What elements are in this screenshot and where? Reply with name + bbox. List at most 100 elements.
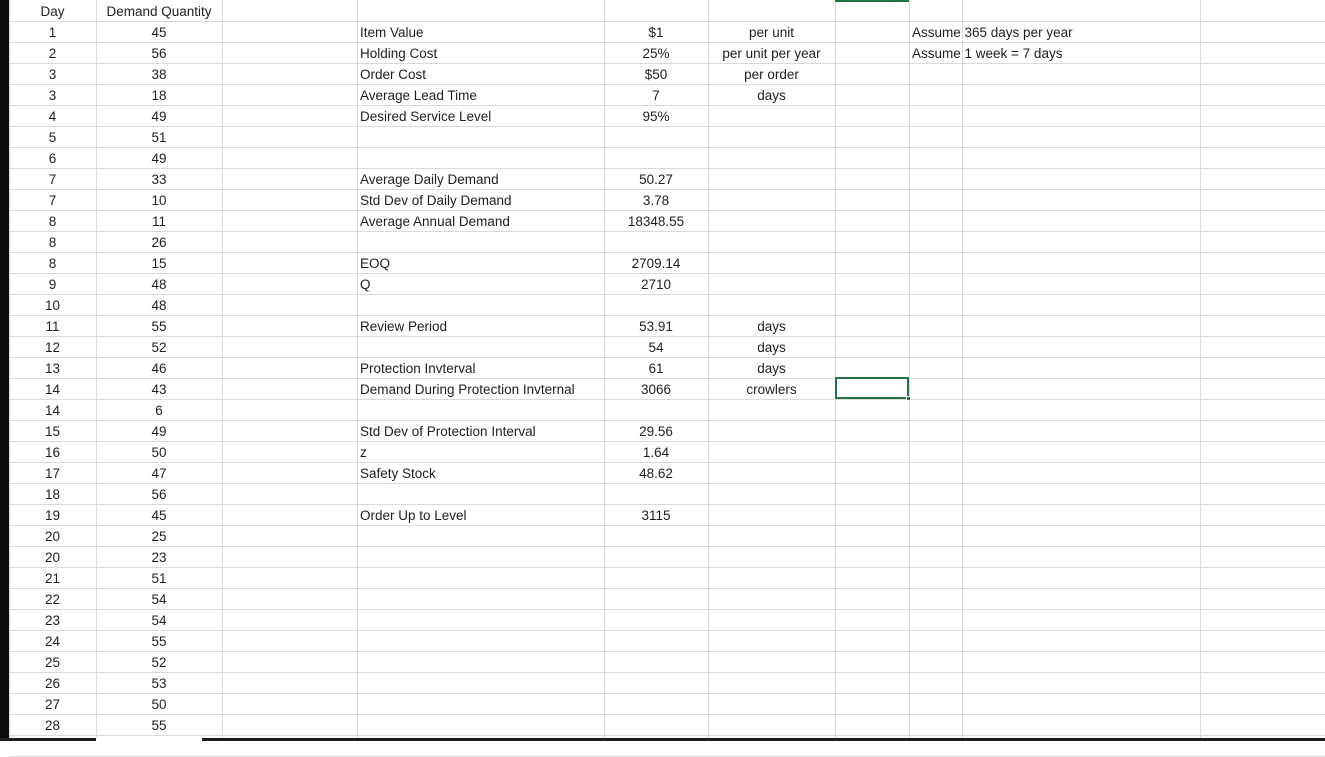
day-cell[interactable]: 13 bbox=[9, 358, 96, 379]
param-value[interactable]: 1.64 bbox=[604, 442, 708, 463]
day-cell[interactable]: 15 bbox=[9, 421, 96, 442]
param-unit[interactable]: days bbox=[708, 85, 835, 106]
demand-cell[interactable]: 49 bbox=[96, 148, 222, 169]
param-label[interactable]: Average Daily Demand bbox=[357, 169, 604, 190]
demand-cell[interactable]: 54 bbox=[96, 589, 222, 610]
day-cell[interactable]: 1 bbox=[9, 22, 96, 43]
param-value[interactable]: 53.91 bbox=[604, 316, 708, 337]
param-value[interactable]: 18348.55 bbox=[604, 211, 708, 232]
param-label[interactable]: Q bbox=[357, 274, 604, 295]
assumption-note[interactable]: Assume 365 days per year bbox=[909, 22, 1200, 43]
param-value[interactable]: 25% bbox=[604, 43, 708, 64]
param-label[interactable]: Holding Cost bbox=[357, 43, 604, 64]
day-cell[interactable]: 27 bbox=[9, 694, 96, 715]
param-value[interactable]: 29.56 bbox=[604, 421, 708, 442]
param-value[interactable]: 61 bbox=[604, 358, 708, 379]
day-cell[interactable]: 5 bbox=[9, 127, 96, 148]
demand-cell[interactable]: 55 bbox=[96, 715, 222, 736]
param-unit[interactable]: per order bbox=[708, 64, 835, 85]
demand-cell[interactable]: 53 bbox=[96, 673, 222, 694]
param-label[interactable]: Review Period bbox=[357, 316, 604, 337]
day-cell[interactable]: 26 bbox=[9, 673, 96, 694]
param-value[interactable]: 50.27 bbox=[604, 169, 708, 190]
param-value[interactable]: 95% bbox=[604, 106, 708, 127]
demand-cell[interactable]: 18 bbox=[96, 85, 222, 106]
param-label[interactable]: z bbox=[357, 442, 604, 463]
param-value[interactable]: 3066 bbox=[604, 379, 708, 400]
day-cell[interactable]: 22 bbox=[9, 589, 96, 610]
fill-handle[interactable] bbox=[906, 396, 911, 401]
param-value[interactable]: 48.62 bbox=[604, 463, 708, 484]
assumption-note[interactable]: Assume 1 week = 7 days bbox=[909, 43, 1200, 64]
param-label[interactable]: Std Dev of Daily Demand bbox=[357, 190, 604, 211]
param-unit[interactable]: days bbox=[708, 358, 835, 379]
demand-cell[interactable]: 49 bbox=[96, 421, 222, 442]
demand-cell[interactable]: 50 bbox=[96, 694, 222, 715]
day-cell[interactable]: 7 bbox=[9, 169, 96, 190]
day-cell[interactable]: 25 bbox=[9, 652, 96, 673]
demand-cell[interactable]: 48 bbox=[96, 295, 222, 316]
demand-cell[interactable]: 49 bbox=[96, 106, 222, 127]
day-cell[interactable]: 17 bbox=[9, 463, 96, 484]
day-cell[interactable]: 7 bbox=[9, 190, 96, 211]
day-cell[interactable]: 10 bbox=[9, 295, 96, 316]
day-cell[interactable]: 16 bbox=[9, 442, 96, 463]
param-value[interactable]: $50 bbox=[604, 64, 708, 85]
param-value[interactable]: 3.78 bbox=[604, 190, 708, 211]
demand-cell[interactable]: 47 bbox=[96, 463, 222, 484]
param-label[interactable]: Average Lead Time bbox=[357, 85, 604, 106]
param-label[interactable]: Demand During Protection Invternal bbox=[357, 379, 604, 400]
day-cell[interactable]: 6 bbox=[9, 148, 96, 169]
demand-cell[interactable]: 45 bbox=[96, 505, 222, 526]
day-cell[interactable]: 28 bbox=[9, 715, 96, 736]
demand-cell[interactable]: 51 bbox=[96, 568, 222, 589]
day-cell[interactable]: 8 bbox=[9, 232, 96, 253]
demand-cell[interactable]: 55 bbox=[96, 316, 222, 337]
demand-cell[interactable]: 48 bbox=[96, 274, 222, 295]
demand-cell[interactable]: 55 bbox=[96, 631, 222, 652]
day-cell[interactable]: 8 bbox=[9, 253, 96, 274]
param-value[interactable]: 7 bbox=[604, 85, 708, 106]
day-cell[interactable]: 18 bbox=[9, 484, 96, 505]
day-cell[interactable]: 12 bbox=[9, 337, 96, 358]
spreadsheet-grid[interactable]: Day Demand Quantity 1 2 3 3 4 5 6 7 7 8 8 8 9 10 11 12 13 1… bbox=[0, 0, 1325, 757]
param-label[interactable]: EOQ bbox=[357, 253, 604, 274]
demand-cell[interactable]: 11 bbox=[96, 211, 222, 232]
demand-cell[interactable]: 33 bbox=[96, 169, 222, 190]
demand-cell[interactable]: 54 bbox=[96, 610, 222, 631]
demand-cell[interactable]: 56 bbox=[96, 484, 222, 505]
param-unit[interactable]: crowlers bbox=[708, 379, 835, 400]
day-cell[interactable]: 23 bbox=[9, 610, 96, 631]
day-cell[interactable]: 2 bbox=[9, 43, 96, 64]
demand-cell[interactable]: 45 bbox=[96, 22, 222, 43]
day-cell[interactable]: 24 bbox=[9, 631, 96, 652]
param-value[interactable]: 2710 bbox=[604, 274, 708, 295]
param-value[interactable]: 2709.14 bbox=[604, 253, 708, 274]
param-label[interactable]: Desired Service Level bbox=[357, 106, 604, 127]
demand-cell[interactable]: 23 bbox=[96, 547, 222, 568]
day-cell[interactable]: 9 bbox=[9, 274, 96, 295]
param-unit[interactable]: days bbox=[708, 337, 835, 358]
param-unit[interactable]: per unit per year bbox=[708, 43, 835, 64]
header-day[interactable]: Day bbox=[9, 1, 96, 22]
demand-cell[interactable]: 51 bbox=[96, 127, 222, 148]
demand-cell[interactable]: 52 bbox=[96, 652, 222, 673]
day-cell[interactable]: 14 bbox=[9, 400, 96, 421]
demand-cell[interactable]: 6 bbox=[96, 400, 222, 421]
day-cell[interactable]: 20 bbox=[9, 526, 96, 547]
day-cell[interactable]: 3 bbox=[9, 64, 96, 85]
param-label[interactable]: Order Up to Level bbox=[357, 505, 604, 526]
demand-cell[interactable]: 43 bbox=[96, 379, 222, 400]
demand-cell[interactable]: 56 bbox=[96, 43, 222, 64]
param-value[interactable]: 3115 bbox=[604, 505, 708, 526]
param-label[interactable]: Std Dev of Protection Interval bbox=[357, 421, 604, 442]
day-cell[interactable]: 8 bbox=[9, 211, 96, 232]
demand-cell[interactable]: 38 bbox=[96, 64, 222, 85]
param-unit[interactable]: per unit bbox=[708, 22, 835, 43]
param-label[interactable]: Item Value bbox=[357, 22, 604, 43]
active-cell-selection[interactable] bbox=[835, 377, 909, 399]
day-cell[interactable]: 14 bbox=[9, 379, 96, 400]
day-cell[interactable]: 19 bbox=[9, 505, 96, 526]
demand-cell[interactable]: 26 bbox=[96, 232, 222, 253]
param-label[interactable]: Order Cost bbox=[357, 64, 604, 85]
